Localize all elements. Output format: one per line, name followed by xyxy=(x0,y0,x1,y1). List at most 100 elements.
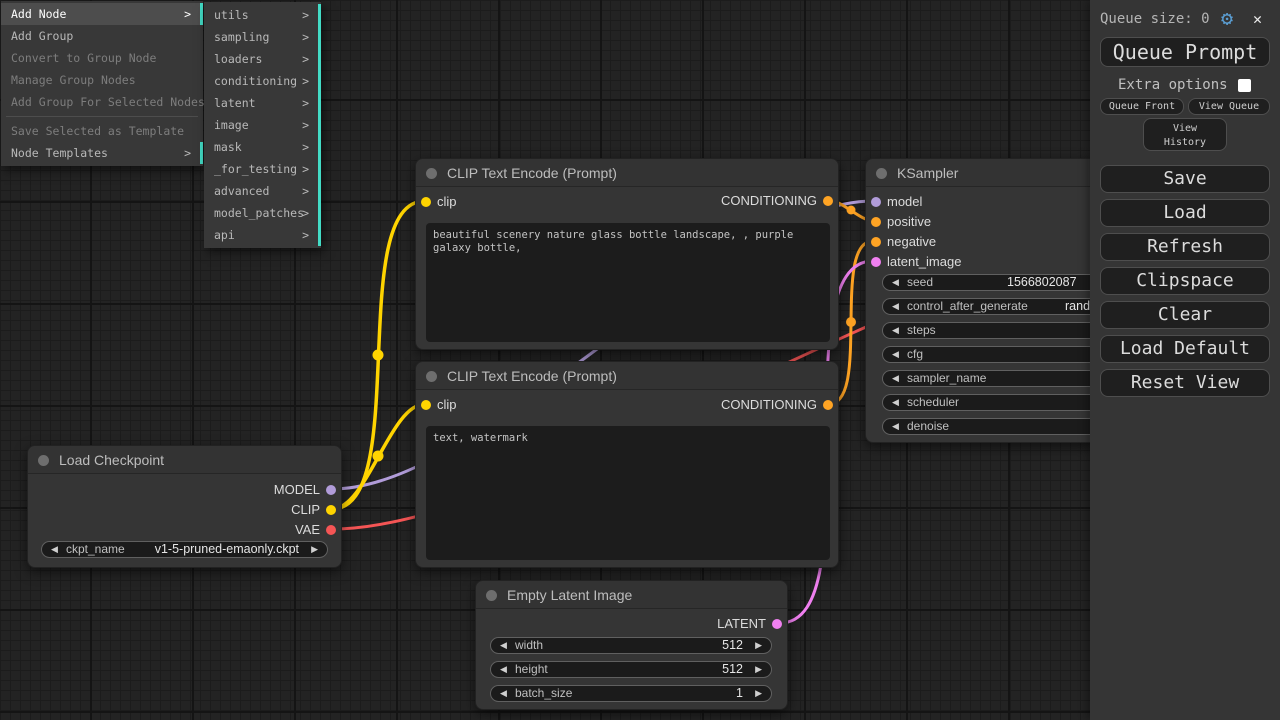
decrement-arrow-icon[interactable]: ◀ xyxy=(892,299,899,314)
submenu-item-mask[interactable]: mask > xyxy=(204,136,321,158)
widget-height[interactable]: ◀ height 512 ▶ xyxy=(490,661,772,678)
decrement-arrow-icon[interactable]: ◀ xyxy=(500,662,507,677)
decrement-arrow-icon[interactable]: ◀ xyxy=(500,686,507,701)
port-dot-latent-icon[interactable] xyxy=(871,257,881,267)
load-button[interactable]: Load xyxy=(1100,199,1270,227)
queue-size-label: Queue size: 0 xyxy=(1100,11,1210,27)
submenu-item-conditioning[interactable]: conditioning > xyxy=(204,70,321,92)
output-port-conditioning[interactable]: CONDITIONING xyxy=(416,398,838,412)
save-button[interactable]: Save xyxy=(1100,165,1270,193)
next-arrow-icon[interactable]: ▶ xyxy=(311,542,318,557)
settings-gear-icon[interactable]: ⚙ xyxy=(1221,7,1233,29)
node-title: CLIP Text Encode (Prompt) xyxy=(447,159,617,187)
submenu-item-advanced[interactable]: advanced > xyxy=(204,180,321,202)
submenu-item-loaders[interactable]: loaders > xyxy=(204,48,321,70)
node-empty-latent-image[interactable]: Empty Latent Image LATENT ◀ width 512 ▶ … xyxy=(475,580,788,710)
menu-item-node-templates[interactable]: Node Templates > xyxy=(1,142,203,164)
clipspace-button[interactable]: Clipspace xyxy=(1100,267,1270,295)
node-clip-text-encode-negative[interactable]: CLIP Text Encode (Prompt) clip CONDITION… xyxy=(415,361,839,568)
previous-arrow-icon[interactable]: ◀ xyxy=(51,542,58,557)
widget-label: ckpt_name xyxy=(66,542,125,557)
decrement-arrow-icon[interactable]: ◀ xyxy=(892,371,899,386)
decrement-arrow-icon[interactable]: ◀ xyxy=(892,275,899,290)
menu-item-convert-to-group-node[interactable]: Convert to Group Node xyxy=(1,47,203,69)
menu-item-label: Manage Group Nodes xyxy=(11,73,136,87)
widget-batch-size[interactable]: ◀ batch_size 1 ▶ xyxy=(490,685,772,702)
collapse-dot-icon[interactable] xyxy=(426,371,437,382)
port-dot-conditioning-icon[interactable] xyxy=(823,400,833,410)
port-dot-conditioning-icon[interactable] xyxy=(871,237,881,247)
increment-arrow-icon[interactable]: ▶ xyxy=(755,686,762,701)
collapse-dot-icon[interactable] xyxy=(486,590,497,601)
node-header[interactable]: CLIP Text Encode (Prompt) xyxy=(416,159,838,187)
submenu-arrow-icon: > xyxy=(302,136,309,158)
node-header[interactable]: Empty Latent Image xyxy=(476,581,787,609)
node-header[interactable]: Load Checkpoint xyxy=(28,446,341,474)
menu-item-label: advanced xyxy=(214,184,269,198)
link-midpoint-dot xyxy=(846,317,856,327)
port-dot-latent-icon[interactable] xyxy=(772,619,782,629)
collapse-dot-icon[interactable] xyxy=(426,168,437,179)
port-dot-clip-icon[interactable] xyxy=(326,505,336,515)
submenu-item-model-patches[interactable]: model_patches > xyxy=(204,202,321,224)
menu-item-add-group-for-selected-nodes[interactable]: Add Group For Selected Nodes xyxy=(1,91,203,113)
prompt-textarea[interactable]: text, watermark xyxy=(426,426,830,560)
decrement-arrow-icon[interactable]: ◀ xyxy=(892,419,899,434)
menu-item-label: api xyxy=(214,228,235,242)
node-load-checkpoint[interactable]: Load Checkpoint MODEL CLIP VAE ◀ ckpt_na… xyxy=(27,445,342,568)
submenu-arrow-icon: > xyxy=(302,4,309,26)
decrement-arrow-icon[interactable]: ◀ xyxy=(892,323,899,338)
view-history-button[interactable]: View History xyxy=(1143,118,1227,151)
menu-item-manage-group-nodes[interactable]: Manage Group Nodes xyxy=(1,69,203,91)
increment-arrow-icon[interactable]: ▶ xyxy=(755,638,762,653)
port-label: model xyxy=(887,195,922,209)
increment-arrow-icon[interactable]: ▶ xyxy=(755,662,762,677)
extra-options-checkbox[interactable] xyxy=(1238,79,1251,92)
widget-ckpt-name[interactable]: ◀ ckpt_name v1-5-pruned-emaonly.ckpt ▶ xyxy=(41,541,328,558)
refresh-button[interactable]: Refresh xyxy=(1100,233,1270,261)
submenu-item-latent[interactable]: latent > xyxy=(204,92,321,114)
decrement-arrow-icon[interactable]: ◀ xyxy=(892,347,899,362)
submenu-item-image[interactable]: image > xyxy=(204,114,321,136)
wire-clip-negative xyxy=(332,404,425,509)
output-port-model[interactable]: MODEL xyxy=(28,483,341,497)
submenu-item-utils[interactable]: utils > xyxy=(204,4,321,26)
collapse-dot-icon[interactable] xyxy=(876,168,887,179)
port-dot-conditioning-icon[interactable] xyxy=(871,217,881,227)
reset-view-button[interactable]: Reset View xyxy=(1100,369,1270,397)
port-dot-conditioning-icon[interactable] xyxy=(823,196,833,206)
load-default-button[interactable]: Load Default xyxy=(1100,335,1270,363)
port-dot-model-icon[interactable] xyxy=(326,485,336,495)
node-clip-text-encode-positive[interactable]: CLIP Text Encode (Prompt) clip CONDITION… xyxy=(415,158,839,350)
decrement-arrow-icon[interactable]: ◀ xyxy=(500,638,507,653)
view-queue-button[interactable]: View Queue xyxy=(1188,98,1270,115)
menu-item-label: Convert to Group Node xyxy=(11,51,156,65)
link-midpoint-dot xyxy=(373,350,384,361)
submenu-item-sampling[interactable]: sampling > xyxy=(204,26,321,48)
port-dot-model-icon[interactable] xyxy=(871,197,881,207)
widget-value: 512 xyxy=(722,662,743,677)
submenu-item-api[interactable]: api > xyxy=(204,224,321,246)
output-port-clip[interactable]: CLIP xyxy=(28,503,341,517)
output-port-vae[interactable]: VAE xyxy=(28,523,341,537)
collapse-dot-icon[interactable] xyxy=(38,455,49,466)
extra-options-label: Extra options xyxy=(1118,77,1228,93)
menu-item-add-node[interactable]: Add Node > xyxy=(1,3,203,25)
submenu-item-for-testing[interactable]: _for_testing > xyxy=(204,158,321,180)
prompt-textarea[interactable]: beautiful scenery nature glass bottle la… xyxy=(426,223,830,342)
menu-item-add-group[interactable]: Add Group xyxy=(1,25,203,47)
port-dot-vae-icon[interactable] xyxy=(326,525,336,535)
close-icon[interactable]: ✕ xyxy=(1253,10,1262,28)
port-label: negative xyxy=(887,235,936,249)
submenu-arrow-icon: > xyxy=(302,224,309,246)
menu-item-save-selected-as-template[interactable]: Save Selected as Template xyxy=(1,120,203,142)
widget-width[interactable]: ◀ width 512 ▶ xyxy=(490,637,772,654)
node-header[interactable]: CLIP Text Encode (Prompt) xyxy=(416,362,838,390)
queue-prompt-button[interactable]: Queue Prompt xyxy=(1100,37,1270,67)
output-port-conditioning[interactable]: CONDITIONING xyxy=(416,194,838,208)
queue-front-button[interactable]: Queue Front xyxy=(1100,98,1184,115)
node-title: Empty Latent Image xyxy=(507,581,632,609)
output-port-latent[interactable]: LATENT xyxy=(476,617,787,631)
decrement-arrow-icon[interactable]: ◀ xyxy=(892,395,899,410)
clear-button[interactable]: Clear xyxy=(1100,301,1270,329)
